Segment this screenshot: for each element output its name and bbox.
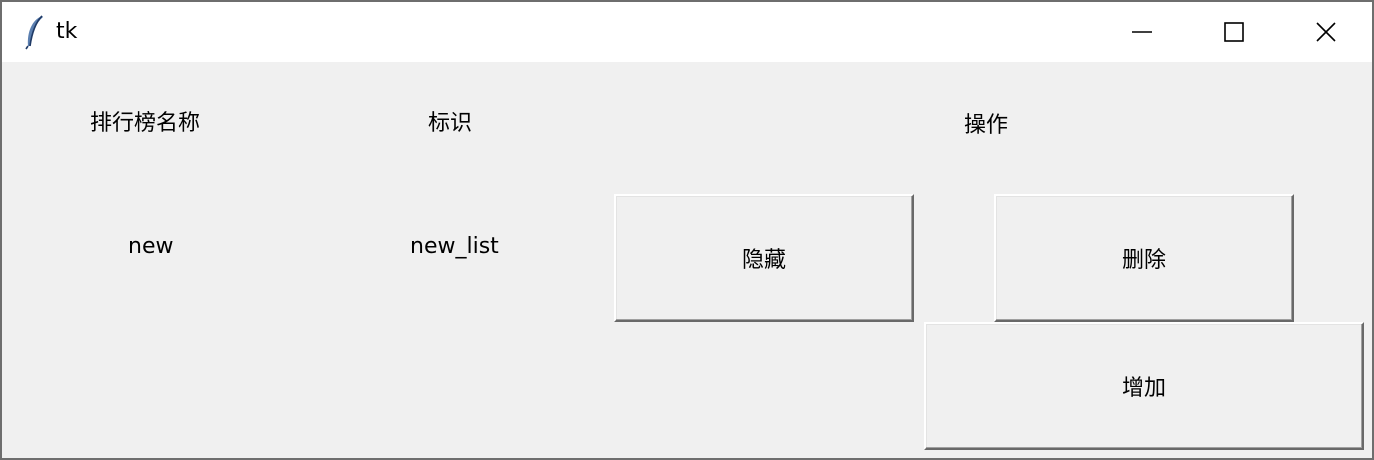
header-leaderboard-name: 排行榜名称	[90, 111, 201, 136]
app-window: tk 排行榜名称 标识 操作 new new_list 隐藏 删除 增加	[0, 0, 1374, 460]
close-button[interactable]	[1280, 2, 1372, 62]
header-actions: 操作	[964, 113, 1009, 138]
add-button[interactable]: 增加	[924, 322, 1364, 450]
hide-button[interactable]: 隐藏	[614, 194, 914, 322]
maximize-icon	[1224, 22, 1244, 42]
minimize-button[interactable]	[1096, 2, 1188, 62]
feather-icon	[25, 15, 43, 50]
header-identifier: 标识	[428, 111, 473, 136]
title-bar[interactable]: tk	[2, 2, 1372, 62]
delete-button[interactable]: 删除	[994, 194, 1294, 322]
close-icon	[1316, 22, 1336, 42]
row-identifier-value: new_list	[410, 234, 499, 259]
minimize-icon	[1132, 31, 1152, 33]
maximize-button[interactable]	[1188, 2, 1280, 62]
row-name-value: new	[128, 234, 174, 259]
window-title: tk	[56, 19, 78, 44]
